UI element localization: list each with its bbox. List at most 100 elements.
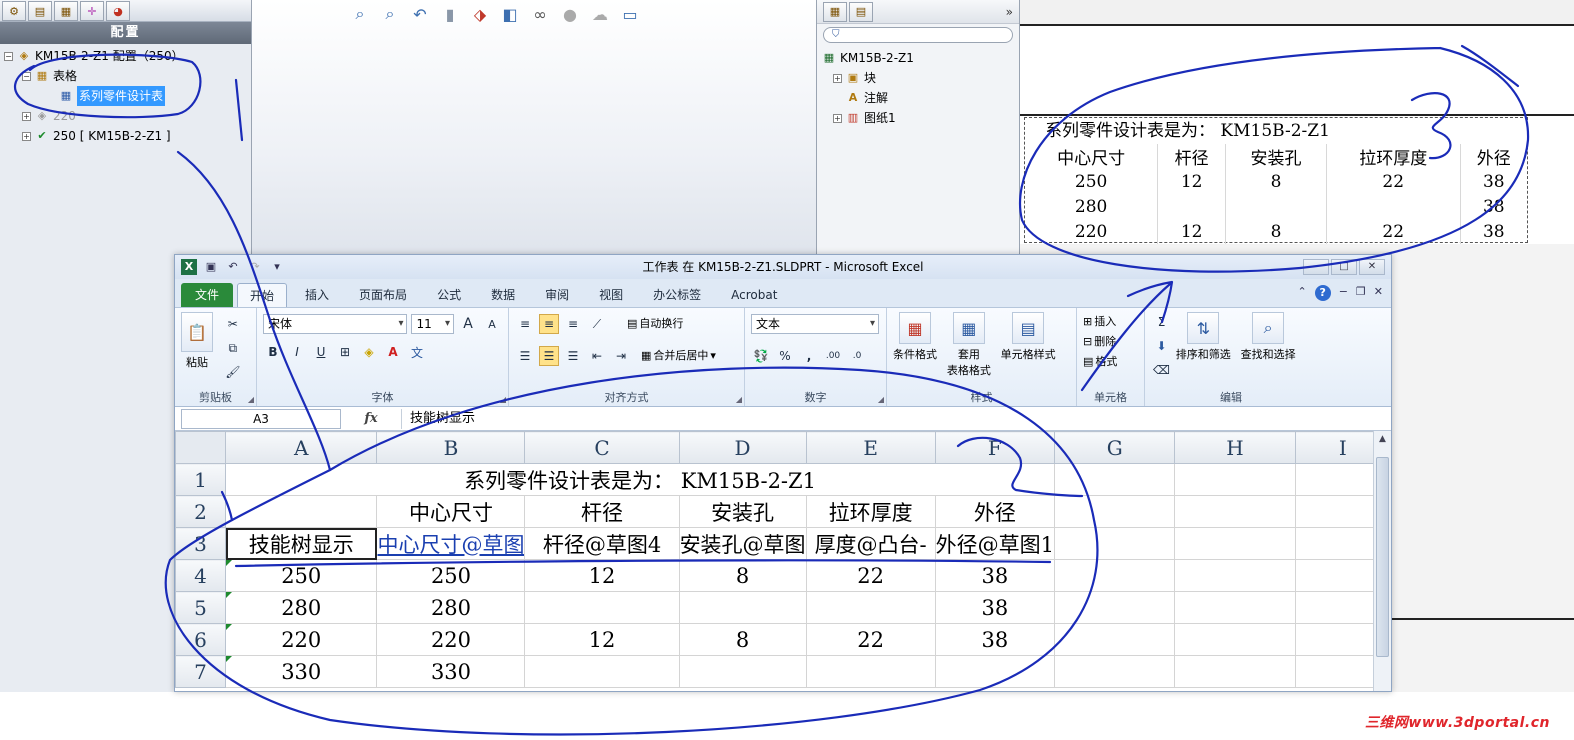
- tree-item-blocks[interactable]: + ▣ 块: [821, 68, 1019, 88]
- tab-office-tab[interactable]: 办公标签: [641, 283, 713, 307]
- cell[interactable]: 8: [678, 559, 807, 592]
- cell[interactable]: 22: [805, 559, 936, 592]
- cell-a3-selected[interactable]: 技能树显示: [224, 527, 378, 560]
- tab-data[interactable]: 数据: [479, 283, 527, 307]
- tab-page-layout[interactable]: 页面布局: [347, 283, 419, 307]
- align-left-icon[interactable]: ☰: [515, 346, 535, 366]
- clear-icon[interactable]: ⌫: [1151, 360, 1172, 380]
- cell[interactable]: [1054, 655, 1176, 688]
- format-cells-button[interactable]: ▤ 格式: [1083, 352, 1117, 372]
- save-icon[interactable]: ▣: [203, 259, 219, 275]
- cell[interactable]: 外径: [934, 495, 1056, 528]
- cell[interactable]: [524, 655, 680, 688]
- hide-show-icon[interactable]: ∞: [528, 2, 552, 26]
- tab-insert[interactable]: 插入: [293, 283, 341, 307]
- cell[interactable]: [1174, 655, 1296, 688]
- format-painter-icon[interactable]: 🖌: [223, 362, 243, 382]
- insert-cells-button[interactable]: ⊞ 插入: [1083, 312, 1116, 332]
- edit-appearance-icon[interactable]: ●: [558, 2, 582, 26]
- copy-icon[interactable]: ⧉: [223, 338, 243, 358]
- feature-manager-tab[interactable]: ⚙: [2, 1, 26, 21]
- name-box[interactable]: A3: [181, 408, 341, 429]
- column-header-a[interactable]: A: [224, 431, 378, 464]
- dialog-launcher-icon[interactable]: ◢: [500, 395, 506, 404]
- undo-icon[interactable]: ↶: [225, 259, 241, 275]
- display-manager-tab[interactable]: ◕: [106, 1, 130, 21]
- cell[interactable]: 38: [934, 623, 1056, 656]
- scroll-up-icon[interactable]: ▲: [1374, 431, 1391, 447]
- cell[interactable]: 外径@草图1: [934, 527, 1056, 560]
- paste-button[interactable]: 📋 粘贴: [181, 312, 213, 370]
- cell[interactable]: [1054, 623, 1176, 656]
- inserted-design-table[interactable]: 系列零件设计表是为： KM15B-2-Z1 中心尺寸 杆径 安装孔 拉环厚度 外…: [1024, 117, 1528, 244]
- autosum-button[interactable]: Σ: [1151, 312, 1172, 332]
- tab-home[interactable]: 开始: [237, 283, 288, 307]
- maximize-button[interactable]: □: [1331, 259, 1357, 275]
- increase-decimal-button[interactable]: .00: [823, 346, 843, 366]
- cell[interactable]: 330: [224, 655, 378, 688]
- cell[interactable]: 250: [376, 559, 526, 592]
- format-as-table-button[interactable]: ▦ 套用 表格格式: [947, 312, 991, 378]
- expand-icon[interactable]: +: [22, 131, 31, 141]
- fill-icon[interactable]: ⬇: [1151, 336, 1172, 356]
- scroll-thumb[interactable]: [1376, 457, 1389, 657]
- graphics-area[interactable]: ⌕ ⌕ ↶ ▮ ⬗ ◧ ∞ ● ☁ ▭: [252, 0, 816, 256]
- redo-icon[interactable]: ↷: [247, 259, 263, 275]
- customize-qat-icon[interactable]: ▾: [269, 259, 285, 275]
- cell[interactable]: [1174, 527, 1296, 560]
- align-top-icon[interactable]: ≡: [515, 314, 535, 334]
- font-size-select[interactable]: 11: [411, 314, 454, 334]
- row-header[interactable]: 1: [175, 463, 226, 496]
- cell[interactable]: 12: [524, 623, 680, 656]
- filter-input[interactable]: ⛉: [823, 27, 1013, 43]
- expand-panel-icon[interactable]: »: [1006, 5, 1013, 19]
- row-header[interactable]: 7: [175, 655, 226, 688]
- tab-view[interactable]: 视图: [587, 283, 635, 307]
- section-view-icon[interactable]: ▮: [438, 2, 462, 26]
- select-all-corner[interactable]: [175, 431, 226, 464]
- cell[interactable]: 杆径: [524, 495, 680, 528]
- phonetic-button[interactable]: 文: [407, 342, 427, 362]
- currency-icon[interactable]: 💱: [751, 346, 771, 366]
- delete-cells-button[interactable]: ⊟ 删除: [1083, 332, 1116, 352]
- column-header-h[interactable]: H: [1174, 431, 1296, 464]
- formula-input[interactable]: 技能树显示: [401, 408, 1391, 429]
- doc-restore-icon[interactable]: ❐: [1356, 285, 1366, 301]
- italic-button[interactable]: I: [287, 342, 307, 362]
- expand-icon[interactable]: +: [833, 73, 842, 83]
- collapse-icon[interactable]: −: [4, 51, 13, 61]
- align-right-icon[interactable]: ☰: [563, 346, 583, 366]
- tree-root-drawing[interactable]: ▦ KM15B-2-Z1: [821, 48, 1019, 68]
- tree-item-annotations[interactable]: + A 注解: [821, 88, 1019, 108]
- decrease-indent-icon[interactable]: ⇤: [587, 346, 607, 366]
- cell[interactable]: [524, 591, 680, 624]
- doc-close-icon[interactable]: ✕: [1374, 285, 1383, 301]
- underline-button[interactable]: U: [311, 342, 331, 362]
- collapse-icon[interactable]: −: [22, 71, 31, 81]
- cell[interactable]: [1054, 559, 1176, 592]
- cell[interactable]: [805, 591, 936, 624]
- cut-icon[interactable]: ✂: [223, 314, 243, 334]
- font-color-icon[interactable]: A: [383, 342, 403, 362]
- cell[interactable]: [1174, 623, 1296, 656]
- cell[interactable]: 安装孔@草图: [678, 527, 807, 560]
- cell[interactable]: 330: [376, 655, 526, 688]
- align-bottom-icon[interactable]: ≡: [563, 314, 583, 334]
- cell[interactable]: [934, 655, 1056, 688]
- comma-button[interactable]: ,: [799, 346, 819, 366]
- tree-item-config-250[interactable]: + ✔ 250 [ KM15B-2-Z1 ]: [4, 126, 251, 146]
- row-header[interactable]: 6: [175, 623, 226, 656]
- minimize-ribbon-icon[interactable]: ⌃: [1297, 285, 1306, 301]
- bold-button[interactable]: B: [263, 342, 283, 362]
- cell[interactable]: 杆径@草图4: [524, 527, 680, 560]
- insert-function-icon[interactable]: fx: [341, 411, 401, 426]
- cell[interactable]: 280: [376, 591, 526, 624]
- tab-acrobat[interactable]: Acrobat: [719, 283, 789, 307]
- cell[interactable]: 厚度@凸台-: [805, 527, 936, 560]
- apply-scene-icon[interactable]: ☁: [588, 2, 612, 26]
- sort-filter-button[interactable]: ⇅ 排序和筛选: [1176, 312, 1231, 362]
- column-header-g[interactable]: G: [1054, 431, 1176, 464]
- tree-item-design-table[interactable]: ▦ 系列零件设计表: [4, 86, 251, 106]
- display-style-icon[interactable]: ◧: [498, 2, 522, 26]
- cell[interactable]: [224, 495, 378, 528]
